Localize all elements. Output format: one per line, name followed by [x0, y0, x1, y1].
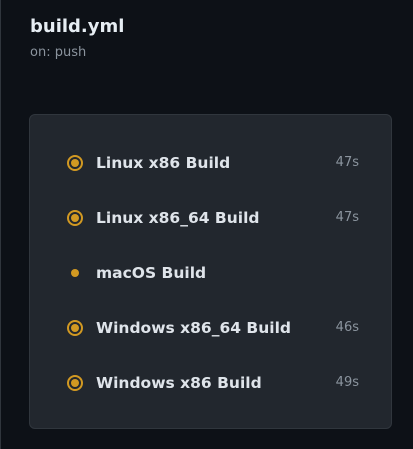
in-progress-ring-icon — [66, 209, 84, 227]
job-name: Linux x86_64 Build — [96, 209, 260, 227]
workflow-trigger: on: push — [30, 45, 87, 60]
workflow-run-panel: build.yml on: push Linux x86 Build 47s L… — [0, 0, 413, 449]
in-progress-ring-icon — [66, 154, 84, 172]
in-progress-ring-icon — [66, 319, 84, 337]
job-linux-x86-64-build[interactable]: Linux x86_64 Build 47s — [30, 202, 391, 234]
job-macos-build[interactable]: macOS Build — [30, 257, 391, 289]
job-name: macOS Build — [96, 264, 207, 282]
job-duration: 47s — [335, 155, 359, 170]
workflow-title[interactable]: build.yml — [30, 15, 124, 39]
job-name: Windows x86_64 Build — [96, 319, 291, 337]
job-duration: 47s — [335, 210, 359, 225]
job-windows-x86-build[interactable]: Windows x86 Build 49s — [30, 367, 391, 399]
job-linux-x86-build[interactable]: Linux x86 Build 47s — [30, 147, 391, 179]
job-duration: 46s — [335, 320, 359, 335]
job-name: Linux x86 Build — [96, 154, 231, 172]
job-name: Windows x86 Build — [96, 374, 262, 392]
queued-dot-icon — [66, 264, 84, 282]
divider — [0, 0, 1, 449]
in-progress-ring-icon — [66, 374, 84, 392]
job-windows-x86-64-build[interactable]: Windows x86_64 Build 46s — [30, 312, 391, 344]
job-duration: 49s — [335, 375, 359, 390]
jobs-card: Linux x86 Build 47s Linux x86_64 Build 4… — [29, 114, 392, 429]
